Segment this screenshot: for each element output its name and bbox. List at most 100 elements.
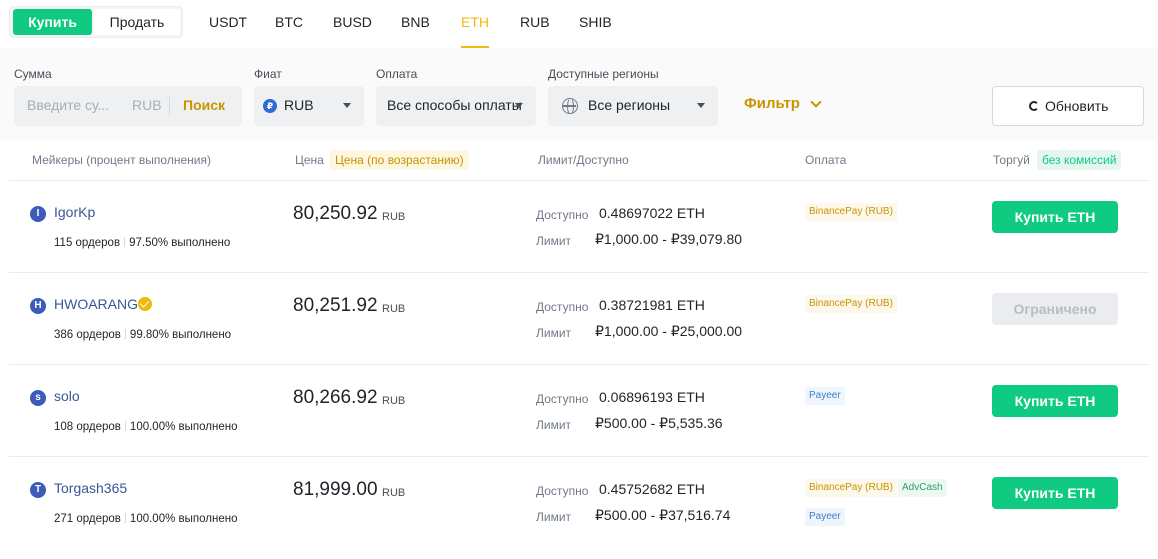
buy-eth-button[interactable]: Купить ETH xyxy=(992,385,1118,417)
column-header-limit: Лимит/Доступно xyxy=(538,153,629,167)
payment-method-tag: BinancePay (RUB) xyxy=(805,203,897,221)
payment-method-tag: Payeer xyxy=(805,387,845,405)
asset-tab-shib[interactable]: SHIB xyxy=(579,14,612,48)
payment-select[interactable]: Все способы оплаты xyxy=(376,86,536,126)
avatar[interactable]: s xyxy=(30,390,46,406)
limit-range: ₽1,000.00 - ₽39,079.80 xyxy=(595,231,743,247)
sell-toggle-button[interactable]: Продать xyxy=(94,9,180,35)
column-header-makers: Мейкеры (процент выполнения) xyxy=(32,153,211,167)
ad-price: 80,250.92 xyxy=(293,203,378,224)
ad-price: 81,999.00 xyxy=(293,479,378,500)
fiat-value: RUB xyxy=(284,97,314,113)
order-count: 108 ордеров xyxy=(54,421,121,433)
ruble-coin-icon: ₽ xyxy=(263,99,277,113)
price-currency: RUB xyxy=(382,395,406,407)
maker-stats: 115 ордеров 97.50% выполнено xyxy=(54,237,230,249)
filter-button[interactable]: Фильтр xyxy=(744,95,800,112)
table-row: s solo 108 ордеров 100.00% выполнено 80,2… xyxy=(9,364,1149,456)
order-count: 115 ордеров xyxy=(54,237,121,249)
limit-range: ₽500.00 - ₽37,516.74 xyxy=(595,507,731,523)
available-amount: 0.48697022 ETH xyxy=(599,205,705,221)
avatar[interactable]: T xyxy=(30,482,46,498)
divider xyxy=(124,329,126,339)
payment-label: Оплата xyxy=(376,67,418,81)
regions-select[interactable]: Все регионы xyxy=(548,86,718,126)
amount-placeholder[interactable]: Введите су... xyxy=(27,97,109,113)
table-row: I IgorKp 115 ордеров 97.50% выполнено 80,… xyxy=(9,180,1149,272)
available-label: Доступно xyxy=(536,484,589,498)
caret-down-icon xyxy=(515,103,523,108)
no-fee-tag: без комиссий xyxy=(1037,150,1122,170)
asset-tab-rub[interactable]: RUB xyxy=(520,14,550,48)
price-currency: RUB xyxy=(382,303,406,315)
limit-label: Лимит xyxy=(536,326,572,340)
available-label: Доступно xyxy=(536,300,589,314)
maker-stats: 108 ордеров 100.00% выполнено xyxy=(54,421,237,433)
table-row: H HWOARANG 386 ордеров 99.80% выполнено 8… xyxy=(9,272,1149,364)
maker-name-link[interactable]: Torgash365 xyxy=(54,480,127,496)
available-amount: 0.45752682 ETH xyxy=(599,481,705,497)
asset-tab-busd[interactable]: BUSD xyxy=(333,14,372,48)
top-bar: Купить Продать USDT BTC BUSD BNB ETH RUB… xyxy=(0,0,1158,48)
caret-down-icon xyxy=(343,103,351,108)
completion-rate: 99.80% выполнено xyxy=(129,329,232,341)
completion-rate: 100.00% выполнено xyxy=(129,513,238,525)
payment-value: Все способы оплаты xyxy=(387,97,522,113)
regions-value: Все регионы xyxy=(588,97,671,113)
divider xyxy=(124,237,126,247)
available-label: Доступно xyxy=(536,392,589,406)
limit-range: ₽1,000.00 - ₽25,000.00 xyxy=(595,323,743,339)
amount-currency: RUB xyxy=(132,97,162,113)
completion-rate: 100.00% выполнено xyxy=(129,421,238,433)
payment-method-tag: Payeer xyxy=(805,508,845,526)
maker-stats: 271 ордеров 100.00% выполнено xyxy=(54,513,237,525)
refresh-icon xyxy=(1029,101,1039,111)
column-header-price: Цена xyxy=(295,153,324,167)
buy-toggle-button[interactable]: Купить xyxy=(13,9,92,35)
amount-label: Сумма xyxy=(14,67,52,81)
maker-name-link[interactable]: HWOARANG xyxy=(54,296,138,312)
price-currency: RUB xyxy=(382,211,406,223)
regions-label: Доступные регионы xyxy=(548,67,659,81)
chevron-down-icon[interactable] xyxy=(810,96,822,108)
limit-range: ₽500.00 - ₽5,535.36 xyxy=(595,415,723,431)
avatar[interactable]: H xyxy=(30,298,46,314)
caret-down-icon xyxy=(697,103,705,108)
payment-method-tag: BinancePay (RUB) xyxy=(805,295,897,313)
search-button[interactable]: Поиск xyxy=(183,97,225,113)
price-currency: RUB xyxy=(382,487,406,499)
table-row: T Torgash365 271 ордеров 100.00% выполнен… xyxy=(9,456,1149,548)
amount-divider xyxy=(169,97,170,115)
payment-method-tag: AdvCash xyxy=(898,479,947,497)
limit-label: Лимит xyxy=(536,418,572,432)
asset-tab-eth[interactable]: ETH xyxy=(461,14,489,48)
available-amount: 0.38721981 ETH xyxy=(599,297,705,313)
asset-tab-btc[interactable]: BTC xyxy=(275,14,303,48)
trade-side-switch: Купить Продать xyxy=(9,6,183,38)
amount-field[interactable]: Введите су... RUB Поиск xyxy=(14,86,242,126)
maker-name-link[interactable]: solo xyxy=(54,388,80,404)
maker-stats: 386 ордеров 99.80% выполнено xyxy=(54,329,231,341)
fiat-label: Фиат xyxy=(254,67,282,81)
maker-name-link[interactable]: IgorKp xyxy=(54,204,95,220)
column-header-payment: Оплата xyxy=(805,153,847,167)
restricted-button: Ограничено xyxy=(992,293,1118,325)
order-count: 386 ордеров xyxy=(54,329,121,341)
limit-label: Лимит xyxy=(536,234,572,248)
price-sort-tag[interactable]: Цена (по возрастанию) xyxy=(330,150,469,170)
buy-eth-button[interactable]: Купить ETH xyxy=(992,201,1118,233)
buy-eth-button[interactable]: Купить ETH xyxy=(992,477,1118,509)
globe-icon xyxy=(562,98,578,115)
asset-tab-usdt[interactable]: USDT xyxy=(209,14,247,48)
avatar[interactable]: I xyxy=(30,206,46,222)
refresh-button[interactable]: Обновить xyxy=(992,86,1144,126)
divider xyxy=(124,421,126,431)
payment-method-tag: BinancePay (RUB) xyxy=(805,479,897,497)
order-count: 271 ордеров xyxy=(54,513,121,525)
column-header-trade: Торгуй xyxy=(993,153,1030,167)
fiat-select[interactable]: ₽ RUB xyxy=(254,86,364,126)
available-amount: 0.06896193 ETH xyxy=(599,389,705,405)
limit-label: Лимит xyxy=(536,510,572,524)
asset-tab-bnb[interactable]: BNB xyxy=(401,14,430,48)
filter-bar: Сумма Введите су... RUB Поиск Фиат ₽ RUB… xyxy=(0,48,1158,140)
